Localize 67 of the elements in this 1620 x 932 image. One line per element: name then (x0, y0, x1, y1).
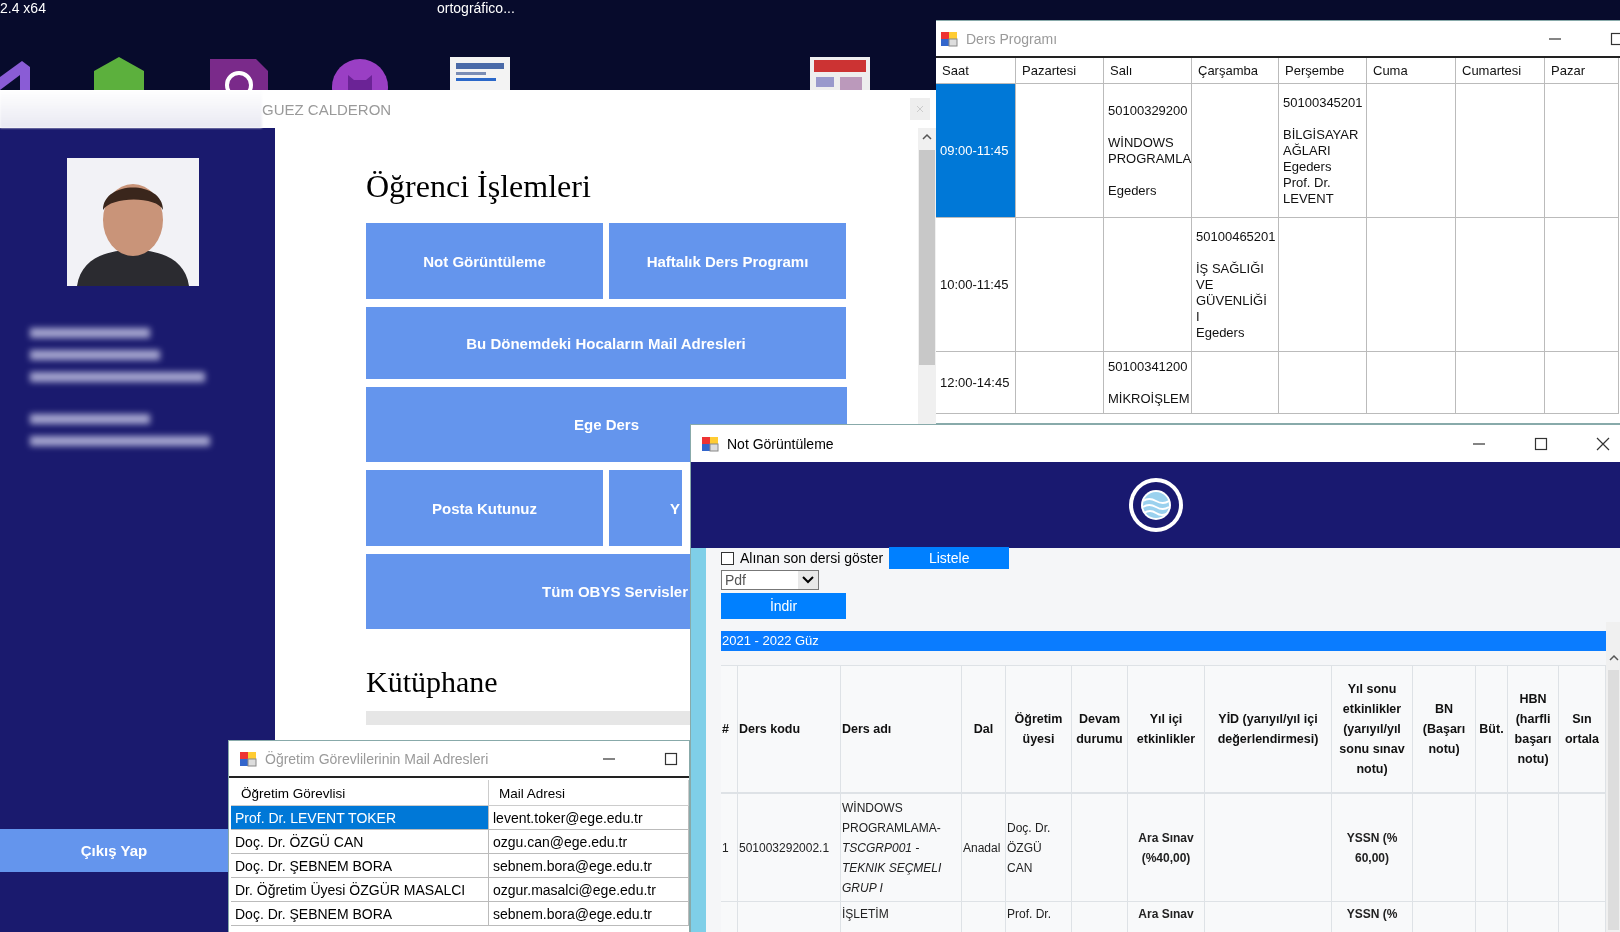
university-logo (1128, 477, 1184, 533)
page-heading: Öğrenci İşlemleri (366, 168, 592, 205)
desktop-label: ortográfico... (437, 0, 515, 16)
table-cell: YSSN (% (1332, 902, 1413, 932)
close-icon[interactable] (1595, 435, 1611, 452)
section-heading: Kütüphane (366, 665, 499, 699)
table-cell: İŞLETİM (841, 902, 962, 932)
format-select[interactable]: Pdf (721, 570, 819, 590)
mail-cell[interactable]: sebnem.bora@ege.edu.tr (489, 902, 689, 926)
column-header: Ders adı (841, 666, 962, 794)
table-cell: WİNDOWS PROGRAMLAMA-TSCGRP001 - TEKNIK SEÇMELI GRUP I (841, 794, 962, 902)
download-button[interactable]: İndir (721, 593, 846, 619)
teacher-cell[interactable]: Doç. Dr. ŞEBNEM BORA (231, 854, 489, 878)
checkbox-label: Alınan son dersi göster (740, 550, 884, 566)
app-icon (239, 750, 257, 767)
desktop-label: 2.4 x64 (0, 0, 46, 16)
table-cell: Anadal (962, 794, 1006, 902)
checkbox[interactable] (721, 551, 734, 565)
table-cell: Doç. Dr. ÖZGÜ CAN (1006, 794, 1072, 902)
column-header: Devam durumu (1072, 666, 1128, 794)
column-header: BN (Başarı notu) (1413, 666, 1476, 794)
teacher-cell[interactable]: Dr. Öğretim Üyesi ÖZGÜR MASALCI (231, 878, 489, 902)
table-cell: 1 (721, 794, 738, 902)
list-button[interactable]: Listele (889, 547, 1010, 569)
column-header: Büt. (1476, 666, 1508, 794)
maximize-icon[interactable] (663, 750, 679, 767)
maximize-icon[interactable] (1609, 30, 1620, 47)
table-cell: Ara Sınav (%40,00) (1128, 794, 1205, 902)
course-cell[interactable]: 50100345201 BİLGİSAYAR AĞLARI Egeders Prof. Dr. LEVENT (1279, 84, 1367, 218)
column-header: HBN (harfli başarı notu) (1508, 666, 1559, 794)
course-cell[interactable]: 50100465201 İŞ SAĞLIĞI VE GÜVENLİĞİ I Egeders (1192, 218, 1279, 352)
app-icon (940, 30, 958, 47)
document-icon[interactable] (208, 57, 270, 90)
window-title: Ders Programı (966, 30, 1059, 47)
column-header: YİD (yarıyıl/yıl içi değerlendirmesi) (1205, 666, 1332, 794)
scrollbar[interactable] (918, 128, 936, 424)
mail-cell[interactable]: ozgur.masalci@ege.edu.tr (489, 878, 689, 902)
term-bar: 2021 - 2022 Güz (721, 631, 1606, 651)
time-cell[interactable]: 09:00-11:45 (936, 84, 1016, 218)
column-header: Öğretim üyesi (1006, 666, 1072, 794)
window-title: GUEZ CALDERON (262, 100, 393, 118)
course-cell[interactable]: 50100341200 MİKROİŞLEM (1104, 352, 1192, 414)
column-header: Dal (962, 666, 1006, 794)
table-cell: 501003292002.1 (738, 794, 841, 902)
table-cell: Prof. Dr. (1006, 902, 1072, 932)
table-cell: YSSN (% 60,00) (1332, 794, 1413, 902)
maximize-icon[interactable] (1533, 435, 1549, 452)
mail-cell[interactable]: sebnem.bora@ege.edu.tr (489, 854, 689, 878)
mail-cell[interactable]: levent.toker@ege.edu.tr (489, 806, 689, 830)
app-icon (701, 435, 719, 452)
screenshot-thumbnail-icon[interactable] (450, 57, 510, 90)
caret-icon[interactable] (798, 571, 818, 589)
column-header: Yıl içi etkinlikler (1128, 666, 1205, 794)
teacher-cell[interactable]: Doç. Dr. ÖZGÜ CAN (231, 830, 489, 854)
teacher-cell[interactable]: Prof. Dr. LEVENT TOKER (231, 806, 489, 830)
time-cell[interactable]: 12:00-14:45 (936, 352, 1016, 414)
book-cover-icon[interactable] (810, 57, 870, 90)
teacher-cell[interactable]: Doç. Dr. ŞEBNEM BORA (231, 902, 489, 926)
column-header: Yıl sonu etkinlikler (yarıyıl/yıl sonu sınav notu) (1332, 666, 1413, 794)
column-header: # (721, 666, 738, 794)
time-cell[interactable]: 10:00-11:45 (936, 218, 1016, 352)
mail-cell[interactable]: ozgu.can@ege.edu.tr (489, 830, 689, 854)
course-cell[interactable]: 50100329200 WİNDOWS PROGRAMLA Egeders (1104, 84, 1192, 218)
window-title: Öğretim Görevlilerinin Mail Adresleri (265, 750, 490, 767)
column-header: Ders kodu (738, 666, 841, 794)
window-title: Not Görüntüleme (727, 435, 835, 452)
table-cell: Ara Sınav (1128, 902, 1205, 932)
